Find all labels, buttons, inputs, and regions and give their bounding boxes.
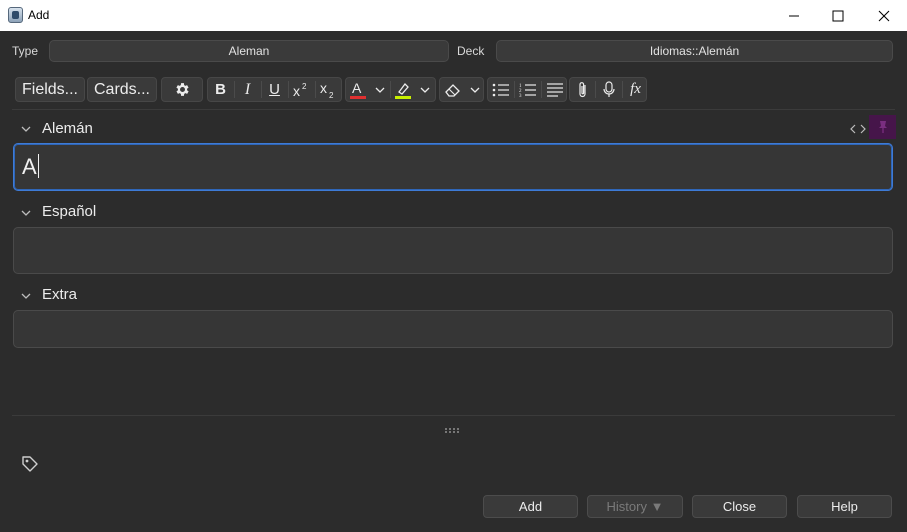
chevron-down-icon [420,87,430,93]
sticky-pin-button[interactable] [869,115,896,139]
field-label-espanol: Español [42,203,97,220]
field-label-aleman: Alemán [42,120,93,137]
minimize-icon [789,15,799,16]
options-button[interactable] [161,77,203,102]
chevron-down-icon [375,87,384,93]
type-label: Type [12,44,39,58]
format-group: B I U x2 x2 [207,77,342,102]
note-type-selector[interactable]: Aleman [49,40,449,62]
window-title: Add [28,8,50,22]
bullet-list-button[interactable] [488,78,514,101]
svg-text:x: x [293,83,300,98]
numbered-list-button[interactable]: 123 [515,78,541,101]
bullet-list-icon [492,83,509,96]
deck-selector[interactable]: Idiomas::Alemán [496,40,893,62]
maximize-icon [832,10,844,21]
highlight-color-dropdown[interactable] [415,78,435,101]
subscript-button[interactable]: x2 [316,78,342,101]
text-color-icon: A [350,80,366,99]
splitter-handle-icon[interactable] [445,428,461,434]
mathjax-button[interactable]: fx [623,78,648,101]
collapse-field-icon[interactable] [20,291,32,301]
microphone-icon [603,80,615,97]
highlight-color-button[interactable] [391,78,415,101]
text-color-swatch [350,95,366,99]
field-value-aleman: A [22,154,37,179]
app-icon [8,7,23,23]
history-button[interactable]: History ▼ [587,495,683,518]
subscript-icon: x2 [320,81,334,99]
add-button[interactable]: Add [483,495,578,518]
text-caret [37,154,39,178]
list-group: 123 [487,77,567,102]
splitter-divider [12,415,895,416]
text-color-dropdown[interactable] [370,78,389,101]
clear-formatting-dropdown[interactable] [465,78,484,101]
close-icon [878,10,890,21]
field-input-aleman[interactable]: A [13,143,893,191]
maximize-button[interactable] [815,0,861,31]
chevron-down-icon [470,87,479,93]
text-color-button[interactable]: A [346,78,370,101]
tag-icon[interactable] [21,455,39,473]
bold-button[interactable]: B [208,78,233,101]
align-justify-icon [547,82,563,97]
record-audio-button[interactable] [596,78,622,101]
text-color-glyph: A [352,80,362,96]
italic-button[interactable]: I [235,78,260,101]
svg-text:2: 2 [302,82,307,91]
field-input-extra[interactable] [13,310,893,348]
cards-button[interactable]: Cards... [87,77,157,102]
close-button[interactable]: Close [692,495,787,518]
highlight-color-swatch [395,95,411,99]
field-input-espanol[interactable] [13,227,893,274]
highlighter-icon [395,82,411,99]
toolbar-divider [12,109,895,110]
superscript-icon: x2 [293,82,307,98]
clear-formatting-button[interactable] [440,78,465,101]
attach-button[interactable] [570,78,595,101]
gear-icon [175,83,189,96]
collapse-field-icon[interactable] [20,124,32,134]
paperclip-icon [578,81,586,97]
svg-text:x: x [320,81,327,96]
color-group: A [345,77,436,102]
svg-text:2: 2 [329,91,334,99]
title-bar: Add [0,0,907,31]
pin-icon [878,121,887,133]
deck-label: Deck [457,44,485,58]
html-editor-icon[interactable] [850,124,866,134]
fields-button[interactable]: Fields... [15,77,85,102]
svg-text:3: 3 [519,94,522,97]
justify-button[interactable] [542,78,568,101]
media-group: fx [569,77,647,102]
field-label-extra: Extra [42,286,78,303]
eraser-group [439,77,484,102]
minimize-button[interactable] [771,0,817,31]
numbered-list-icon: 123 [519,84,536,97]
collapse-field-icon[interactable] [20,208,32,218]
superscript-button[interactable]: x2 [289,78,315,101]
close-window-button[interactable] [861,0,907,31]
help-button[interactable]: Help [797,495,892,518]
eraser-icon [444,83,460,97]
underline-button[interactable]: U [262,78,287,101]
